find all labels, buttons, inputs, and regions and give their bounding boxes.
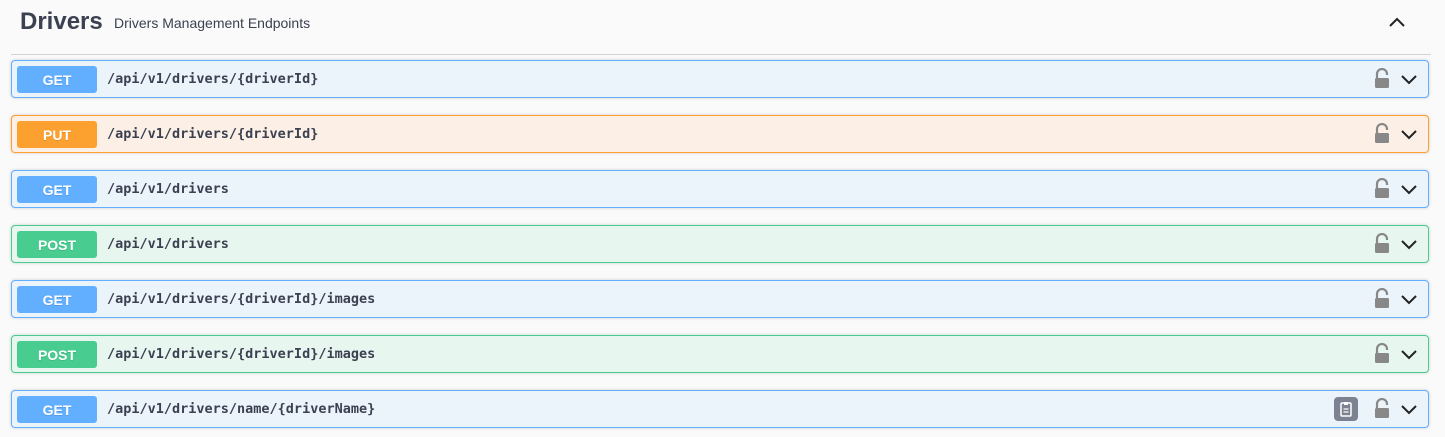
copy-to-clipboard-button[interactable] xyxy=(1334,397,1358,421)
operation-row[interactable]: GET /api/v1/drivers xyxy=(11,170,1429,208)
operation-row[interactable]: POST /api/v1/drivers xyxy=(11,225,1429,263)
method-badge: PUT xyxy=(17,121,97,148)
operation-path: /api/v1/drivers/{driverId}/images xyxy=(107,346,376,362)
chevron-down-icon[interactable] xyxy=(1399,180,1419,200)
chevron-down-icon[interactable] xyxy=(1399,290,1419,310)
operation-row[interactable]: POST /api/v1/drivers/{driverId}/images xyxy=(11,335,1429,373)
operation-row[interactable]: PUT /api/v1/drivers/{driverId} xyxy=(11,115,1429,153)
section-description: Drivers Management Endpoints xyxy=(114,15,311,31)
operation-path: /api/v1/drivers/{driverId} xyxy=(107,126,319,142)
operation-row[interactable]: GET /api/v1/drivers/{driverId} xyxy=(11,60,1429,98)
operation-path: /api/v1/drivers/name/{driverName} xyxy=(107,401,376,417)
section-title: Drivers xyxy=(20,8,103,35)
operation-row[interactable]: GET /api/v1/drivers/name/{driverName} xyxy=(11,390,1429,428)
chevron-down-icon[interactable] xyxy=(1399,235,1419,255)
operation-path: /api/v1/drivers/{driverId} xyxy=(107,71,319,87)
operation-row[interactable]: GET /api/v1/drivers/{driverId}/images xyxy=(11,280,1429,318)
lock-icon[interactable] xyxy=(1373,343,1391,365)
chevron-down-icon[interactable] xyxy=(1399,400,1419,420)
method-badge: POST xyxy=(17,231,97,258)
method-badge: GET xyxy=(17,286,97,313)
collapse-section-button[interactable] xyxy=(1383,10,1411,34)
chevron-down-icon[interactable] xyxy=(1399,125,1419,145)
lock-icon[interactable] xyxy=(1373,68,1391,90)
method-badge: GET xyxy=(17,396,97,423)
lock-icon[interactable] xyxy=(1373,288,1391,310)
lock-icon[interactable] xyxy=(1373,398,1391,420)
copy-to-clipboard-icon xyxy=(1340,402,1352,417)
lock-icon[interactable] xyxy=(1373,123,1391,145)
chevron-down-icon[interactable] xyxy=(1399,70,1419,90)
chevron-down-icon[interactable] xyxy=(1399,345,1419,365)
operation-path: /api/v1/drivers/{driverId}/images xyxy=(107,291,376,307)
method-badge: GET xyxy=(17,66,97,93)
lock-icon[interactable] xyxy=(1373,233,1391,255)
operation-path: /api/v1/drivers xyxy=(107,236,229,252)
lock-icon[interactable] xyxy=(1373,178,1391,200)
chevron-up-icon xyxy=(1389,17,1405,27)
method-badge: GET xyxy=(17,176,97,203)
operation-path: /api/v1/drivers xyxy=(107,181,229,197)
method-badge: POST xyxy=(17,341,97,368)
drivers-section-header[interactable]: Drivers Drivers Management Endpoints xyxy=(11,0,1431,55)
